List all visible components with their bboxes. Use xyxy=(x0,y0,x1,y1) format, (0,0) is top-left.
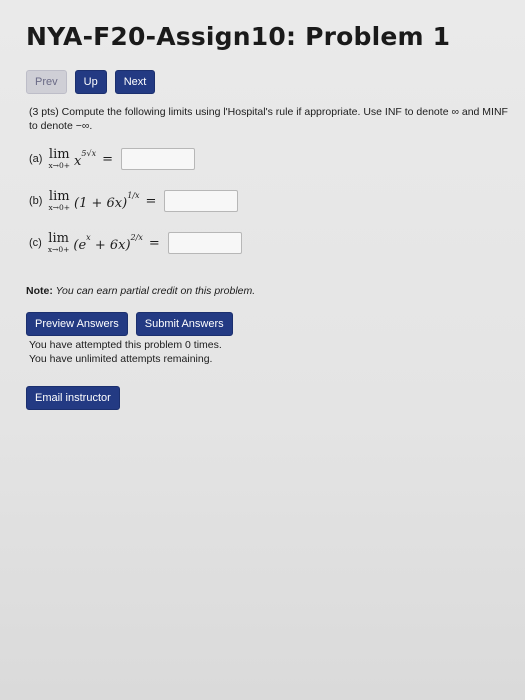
part-b-equals: = xyxy=(145,193,157,209)
problem-prompt: (3 pts) Compute the following limits usi… xyxy=(29,106,508,132)
part-c-label: (c) xyxy=(29,237,42,249)
attempts-text: You have attempted this problem 0 times. xyxy=(29,339,222,351)
page-title: NYA-F20-Assign10: Problem 1 xyxy=(26,22,451,51)
part-a-label: (a) xyxy=(29,153,43,165)
attempt-status: You have attempted this problem 0 times.… xyxy=(29,338,222,366)
email-section: Email instructor xyxy=(26,386,120,410)
part-b-label: (b) xyxy=(29,195,43,207)
part-c-limit: lim x→0+ xyxy=(48,232,70,254)
part-c-exponent: 2/x xyxy=(130,233,143,242)
up-button[interactable]: Up xyxy=(74,70,107,94)
remaining-text: You have unlimited attempts remaining. xyxy=(29,353,213,365)
part-a-lim-word: lim xyxy=(48,147,70,162)
prev-button[interactable]: Prev xyxy=(26,70,67,94)
part-c-lim-word: lim xyxy=(48,231,69,246)
part-a-exponent: 5√x xyxy=(81,149,97,158)
submit-answers-button[interactable]: Submit Answers xyxy=(135,312,233,336)
partial-credit-note: Note: You can earn partial credit on thi… xyxy=(26,285,255,297)
note-text: You can earn partial credit on this prob… xyxy=(52,285,256,297)
part-b-answer-input[interactable] xyxy=(164,190,239,212)
part-b-lim-subscript: x→0+ xyxy=(48,203,71,212)
part-a-answer-input[interactable] xyxy=(120,148,195,170)
part-a-lim-subscript: x→0+ xyxy=(48,161,71,170)
part-b-expression: (1 + 6x)1/x xyxy=(74,191,139,211)
part-a-expression: x5√x xyxy=(74,149,96,169)
part-b-base: (1 + 6x) xyxy=(74,196,128,211)
part-a: (a) lim x→0+ x5√x = xyxy=(29,148,195,170)
email-instructor-button[interactable]: Email instructor xyxy=(26,386,120,410)
problem-page: NYA-F20-Assign10: Problem 1 Prev Up Next… xyxy=(0,0,525,700)
answer-actions: Preview Answers Submit Answers xyxy=(26,312,233,336)
next-button[interactable]: Next xyxy=(114,70,156,94)
part-b-limit: lim x→0+ xyxy=(48,190,70,212)
part-b: (b) lim x→0+ (1 + 6x)1/x = xyxy=(29,190,239,212)
preview-answers-button[interactable]: Preview Answers xyxy=(26,312,128,336)
part-c-base-close: + 6x) xyxy=(90,238,131,253)
part-c-equals: = xyxy=(148,235,160,251)
part-b-exponent: 1/x xyxy=(127,191,140,200)
part-a-equals: = xyxy=(102,151,113,167)
part-c-expression: (ex + 6x)2/x xyxy=(73,233,142,253)
part-c-answer-input[interactable] xyxy=(167,232,242,254)
problem-nav: Prev Up Next xyxy=(26,70,156,94)
part-c-lim-subscript: x→0+ xyxy=(47,245,70,254)
problem-statement: (3 pts) Compute the following limits usi… xyxy=(29,105,509,133)
part-b-lim-word: lim xyxy=(48,189,70,204)
part-c-base-open: (e xyxy=(73,238,87,253)
part-c: (c) lim x→0+ (ex + 6x)2/x = xyxy=(29,232,242,254)
note-prefix: Note: xyxy=(26,285,53,297)
part-a-limit: lim x→0+ xyxy=(48,148,70,170)
